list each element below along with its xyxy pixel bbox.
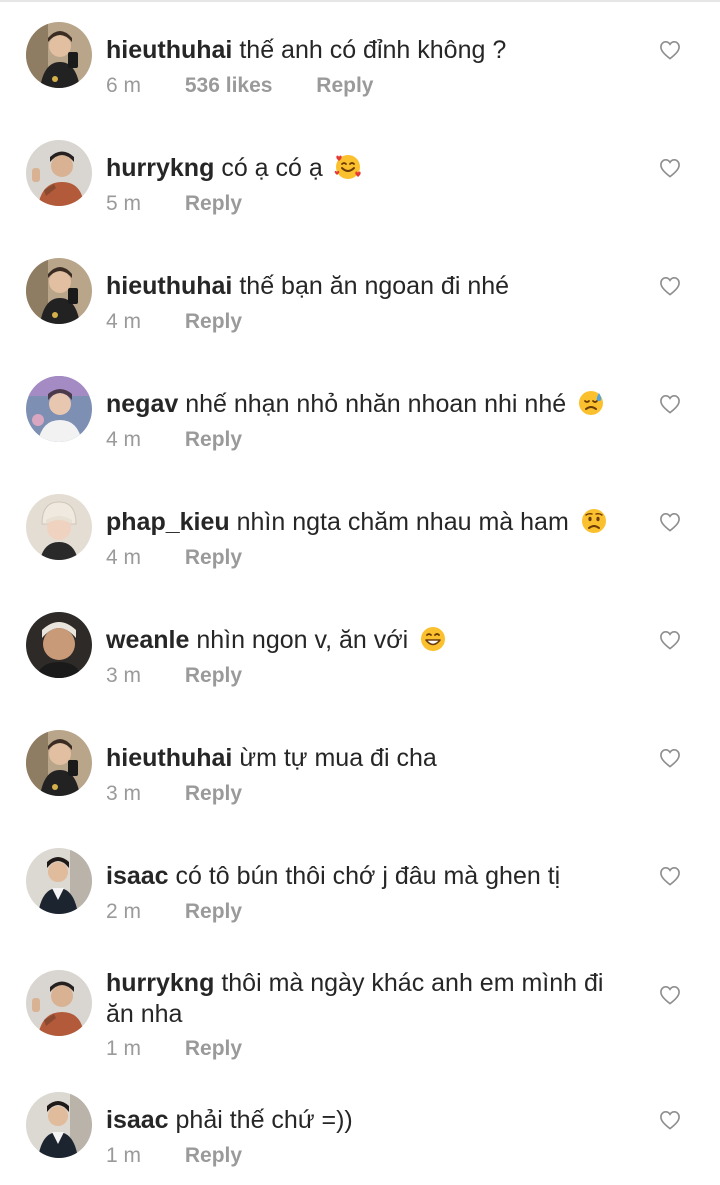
comment-text: thế anh có đỉnh không ? [239, 36, 507, 64]
comment-text: nhìn ngon v, ăn với [196, 626, 409, 654]
comment-time: 1 m [106, 1037, 142, 1060]
comment-time: 1 m [106, 1144, 142, 1167]
avatar[interactable] [26, 258, 92, 324]
comment-likes[interactable]: 536 likes [185, 73, 273, 99]
avatar[interactable] [26, 730, 92, 796]
comment-text: ừm tự mua đi cha [239, 744, 437, 772]
comment-username[interactable]: hieuthuhai [106, 272, 232, 300]
comment-time: 4 m [106, 310, 142, 333]
avatar[interactable] [26, 612, 92, 678]
reply-button[interactable]: Reply [185, 545, 242, 571]
heart-icon[interactable] [659, 158, 681, 178]
reply-button[interactable]: Reply [185, 1036, 242, 1062]
reply-button[interactable]: Reply [185, 309, 242, 335]
comment-text: thế bạn ăn ngoan đi nhé [239, 272, 510, 300]
reply-button[interactable]: Reply [185, 1143, 242, 1169]
avatar[interactable] [26, 970, 92, 1036]
reply-button[interactable]: Reply [185, 663, 242, 689]
heart-icon[interactable] [659, 40, 681, 60]
reply-button[interactable]: Reply [316, 73, 373, 99]
comment-username[interactable]: weanle [106, 626, 189, 654]
comment-username[interactable]: isaac [106, 862, 169, 890]
reply-button[interactable]: Reply [185, 899, 242, 925]
reply-button[interactable]: Reply [185, 427, 242, 453]
heart-icon[interactable] [659, 1110, 681, 1130]
comment-username[interactable]: hieuthuhai [106, 744, 232, 772]
heart-icon[interactable] [659, 748, 681, 768]
comment-username[interactable]: phap_kieu [106, 508, 230, 536]
smiling-face-with-hearts-icon [334, 155, 361, 179]
comment-text: phải thế chứ =)) [175, 1106, 353, 1134]
comment-username[interactable]: hieuthuhai [106, 36, 232, 64]
avatar[interactable] [26, 1092, 92, 1158]
avatar[interactable] [26, 848, 92, 914]
grinning-face-icon [421, 627, 446, 651]
comment-username[interactable]: hurrykng [106, 969, 214, 997]
heart-icon[interactable] [659, 512, 681, 532]
comment-username[interactable]: negav [106, 390, 178, 418]
comment-text: nhế nhạn nhỏ nhăn nhoan nhi nhé [185, 390, 567, 418]
comment-time: 4 m [106, 428, 142, 451]
comment-time: 2 m [106, 900, 142, 923]
comment-username[interactable]: hurrykng [106, 154, 214, 182]
avatar[interactable] [26, 376, 92, 442]
comment-text: có tô bún thôi chớ j đâu mà ghen tị [175, 862, 561, 890]
reply-button[interactable]: Reply [185, 781, 242, 807]
comment-time: 3 m [106, 782, 142, 805]
comment-time: 4 m [106, 546, 142, 569]
comment-text: nhìn ngta chăm nhau mà ham [236, 508, 569, 536]
avatar[interactable] [26, 494, 92, 560]
top-divider [0, 0, 720, 2]
comment-username[interactable]: isaac [106, 1106, 169, 1134]
worried-face-icon [581, 509, 606, 533]
heart-icon[interactable] [659, 866, 681, 886]
reply-button[interactable]: Reply [185, 191, 242, 217]
heart-icon[interactable] [659, 394, 681, 414]
sad-sweat-face-icon [579, 391, 604, 415]
avatar[interactable] [26, 140, 92, 206]
comment-text: có ạ có ạ [221, 154, 323, 182]
comment-time: 3 m [106, 664, 142, 687]
comment-time: 6 m [106, 74, 142, 97]
heart-icon[interactable] [659, 276, 681, 296]
heart-icon[interactable] [659, 985, 681, 1005]
comment-time: 5 m [106, 192, 142, 215]
avatar[interactable] [26, 22, 92, 88]
heart-icon[interactable] [659, 630, 681, 650]
